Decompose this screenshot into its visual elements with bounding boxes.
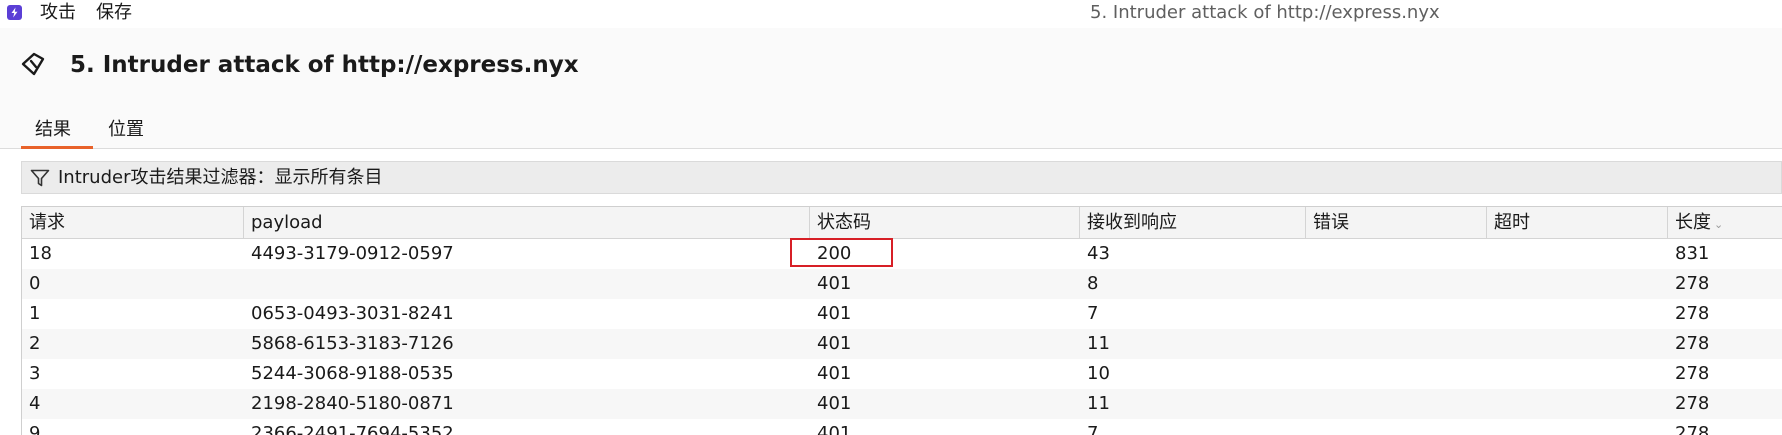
cell-payload [244,269,810,299]
tab-bar: 结果 位置 [0,108,1782,149]
cell-request: 3 [29,363,41,384]
column-header-payload[interactable]: payload [244,207,810,239]
cell-timeout [1487,299,1668,329]
cell-request: 0 [29,273,41,294]
cell-request: 1 [29,303,41,324]
cell-status: 401 [817,363,852,384]
cell-request: 9 [29,423,41,435]
cell-status: 401 [817,333,852,354]
menu-bar: 攻击 保存 5. Intruder attack of http://expre… [0,0,1782,28]
cell-received: 8 [1087,273,1099,294]
cell-payload: 5244-3068-9188-0535 [251,363,454,384]
cell-status: 401 [817,393,852,414]
burp-logo-icon [7,5,22,20]
cell-length: 278 [1675,273,1710,294]
table-row[interactable]: 0 401 8 278 [22,269,1782,299]
cell-error [1306,389,1487,419]
cell-timeout [1487,359,1668,389]
cell-timeout [1487,329,1668,359]
table-row[interactable]: 18 4493-3179-0912-0597 200 43 831 [22,239,1782,269]
cell-error [1306,419,1487,435]
filter-icon [30,169,50,187]
table-row[interactable]: 3 5244-3068-9188-0535 401 10 278 [22,359,1782,389]
cell-timeout [1487,239,1668,269]
cell-timeout [1487,419,1668,435]
cell-payload: 0653-0493-3031-8241 [251,303,454,324]
cell-request: 2 [29,333,41,354]
cell-length: 278 [1675,393,1710,414]
table-row[interactable]: 9 2366-2491-7694-5352 401 7 278 [22,419,1782,435]
active-tab-indicator [21,146,93,149]
cell-error [1306,329,1487,359]
cell-request: 4 [29,393,41,414]
column-header-received[interactable]: 接收到响应 [1080,207,1306,239]
cell-length: 278 [1675,423,1710,435]
cell-error [1306,239,1487,269]
table-row[interactable]: 4 2198-2840-5180-0871 401 11 278 [22,389,1782,419]
menu-attack[interactable]: 攻击 [40,2,76,24]
cell-error [1306,359,1487,389]
cell-payload: 5868-6153-3183-7126 [251,333,454,354]
column-header-error[interactable]: 错误 [1306,207,1487,239]
filter-label: Intruder攻击结果过滤器：显示所有条目 [58,167,383,188]
column-header-request[interactable]: 请求 [22,207,244,239]
results-filter-bar[interactable]: Intruder攻击结果过滤器：显示所有条目 [21,161,1782,194]
tab-positions[interactable]: 位置 [108,119,144,141]
cell-payload: 2198-2840-5180-0871 [251,393,454,414]
menu-save[interactable]: 保存 [96,2,132,24]
column-header-status[interactable]: 状态码 [810,207,1080,239]
table-header: 请求 payload 状态码 接收到响应 错误 超时 长度 ⌄ [22,207,1782,239]
table-row[interactable]: 2 5868-6153-3183-7126 401 11 278 [22,329,1782,359]
cell-timeout [1487,389,1668,419]
cell-received: 11 [1087,393,1110,414]
table-row[interactable]: 1 0653-0493-3031-8241 401 7 278 [22,299,1782,329]
cell-received: 7 [1087,423,1099,435]
cell-timeout [1487,269,1668,299]
sort-descending-icon: ⌄ [1714,218,1724,231]
column-header-timeout[interactable]: 超时 [1487,207,1668,239]
cell-length: 278 [1675,363,1710,384]
column-header-length-label: 长度 [1675,212,1711,233]
cell-length: 278 [1675,303,1710,324]
cell-payload: 2366-2491-7694-5352 [251,423,454,435]
cell-status: 401 [817,273,852,294]
cell-length: 831 [1675,243,1710,264]
window-title: 5. Intruder attack of http://express.nyx [1090,2,1440,23]
tab-results[interactable]: 结果 [35,119,71,141]
cell-error [1306,299,1487,329]
cell-received: 11 [1087,333,1110,354]
cell-status: 401 [817,423,852,435]
cell-length: 278 [1675,333,1710,354]
intruder-icon [21,52,45,76]
cell-status: 200 [817,243,852,264]
cell-received: 43 [1087,243,1110,264]
results-table: 请求 payload 状态码 接收到响应 错误 超时 长度 ⌄ 18 4493-3… [21,206,1782,435]
cell-error [1306,269,1487,299]
cell-status: 401 [817,303,852,324]
attack-header: 5. Intruder attack of http://express.nyx [0,28,1782,108]
column-header-length[interactable]: 长度 ⌄ [1668,207,1782,239]
page-title: 5. Intruder attack of http://express.nyx [70,52,579,78]
cell-request: 18 [29,243,52,264]
cell-received: 7 [1087,303,1099,324]
cell-received: 10 [1087,363,1110,384]
cell-payload: 4493-3179-0912-0597 [251,243,454,264]
